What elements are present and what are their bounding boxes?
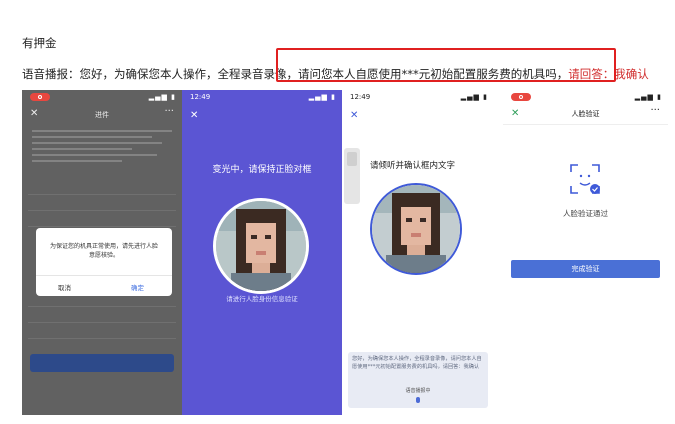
complete-verification-button[interactable]: 完成验证 (511, 260, 660, 278)
status-bar: 12:49 ▂▄▆ ▮ (342, 90, 494, 104)
microphone-icon (416, 397, 420, 403)
blurred-text-line (32, 142, 162, 144)
status-bar: ▂▄▆ ▮ (503, 90, 668, 104)
more-icon[interactable]: ··· (164, 106, 174, 117)
listen-instruction: 请倾听并确认框内文字 (370, 161, 456, 171)
status-time: 12:49 (190, 93, 211, 101)
dialog-confirm-button[interactable]: 确定 (131, 282, 144, 292)
more-icon[interactable]: ··· (650, 105, 660, 116)
status-time: 12:49 (350, 93, 371, 101)
face-photo-mosaic (213, 198, 309, 294)
face-photo-mosaic (370, 183, 462, 275)
status-bar: ▂▄▆ ▮ (22, 90, 182, 104)
form-divider (28, 194, 176, 195)
dialog-buttons: 取消 确定 (36, 275, 172, 296)
recording-icon (511, 93, 531, 101)
voice-prefix: 语音播报：您好，为确保您本人操作，全程录音录像， (22, 67, 298, 81)
pixelated-face (216, 201, 306, 291)
dialog-cancel-button[interactable]: 取消 (58, 282, 71, 292)
page-heading: 有押金 (22, 36, 57, 50)
blurred-text-line (32, 154, 157, 156)
status-bar: 12:49 ▂▄▆ ▮ (182, 90, 342, 104)
camera-preview-thumbnail (344, 148, 360, 204)
nav-title: 人脸验证 (571, 110, 600, 118)
scan-subtitle: 请进行人脸身份信息验证 (226, 295, 298, 303)
phone-screenshot-voice-confirm: 12:49 ▂▄▆ ▮ ✕ 请倾听并确认框内文字 您好，为确保您本人操作，全程录… (342, 90, 494, 415)
form-divider (28, 338, 176, 339)
signal-icons: ▂▄▆ ▮ (634, 93, 662, 101)
nav-bar: ✕ 进件 ··· (22, 104, 182, 126)
close-icon[interactable]: ✕ (350, 110, 358, 121)
blurred-text-line (32, 136, 152, 138)
form-divider (28, 322, 176, 323)
phone-screenshot-verified: ▂▄▆ ▮ ✕ 人脸验证 ··· 人脸验证通过 完成验证 (503, 90, 668, 415)
submit-button[interactable] (30, 354, 174, 372)
phone-screenshot-onboarding: ▂▄▆ ▮ ✕ 进件 ··· 为保证您的机具正常使用，请先进行人脸意愿核验。 取… (22, 90, 182, 415)
broadcast-status: 语音播报中 (405, 388, 431, 394)
signal-icons: ▂▄▆ ▮ (460, 93, 488, 101)
blurred-text-line (32, 130, 172, 132)
scan-instruction: 变光中，请保持正脸对框 (212, 165, 312, 175)
verification-result: 人脸验证通过 (563, 209, 608, 218)
nav-bar: ✕ 人脸验证 ··· (503, 104, 668, 125)
phone-screenshot-face-scan: 12:49 ▂▄▆ ▮ ✕ 变光中，请保持正脸对框 请进行人脸身份信息验证 (182, 90, 342, 415)
recording-icon (30, 93, 50, 101)
close-icon[interactable]: ✕ (190, 110, 198, 121)
dialog-message: 为保证您的机具正常使用，请先进行人脸意愿核验。 (49, 243, 158, 259)
pixelated-face (372, 185, 460, 273)
panel-text: 您好，为确保您本人操作，全程录音录像，请问您本人自愿使用***元初始配置服务费的… (352, 356, 482, 370)
form-divider (28, 306, 176, 307)
blurred-text-line (32, 160, 122, 162)
signal-icons: ▂▄▆ ▮ (308, 93, 336, 101)
nav-title: 进件 (95, 111, 109, 119)
form-divider (28, 210, 176, 211)
form-divider (28, 226, 176, 227)
verification-dialog: 为保证您的机具正常使用，请先进行人脸意愿核验。 取消 确定 (36, 228, 172, 296)
blurred-text-line (32, 148, 132, 150)
highlight-box (276, 48, 616, 82)
voice-text-panel: 您好，为确保您本人操作，全程录音录像，请问您本人自愿使用***元初始配置服务费的… (348, 352, 488, 408)
signal-icons: ▂▄▆ ▮ (148, 93, 176, 101)
face-verified-icon (570, 164, 600, 194)
